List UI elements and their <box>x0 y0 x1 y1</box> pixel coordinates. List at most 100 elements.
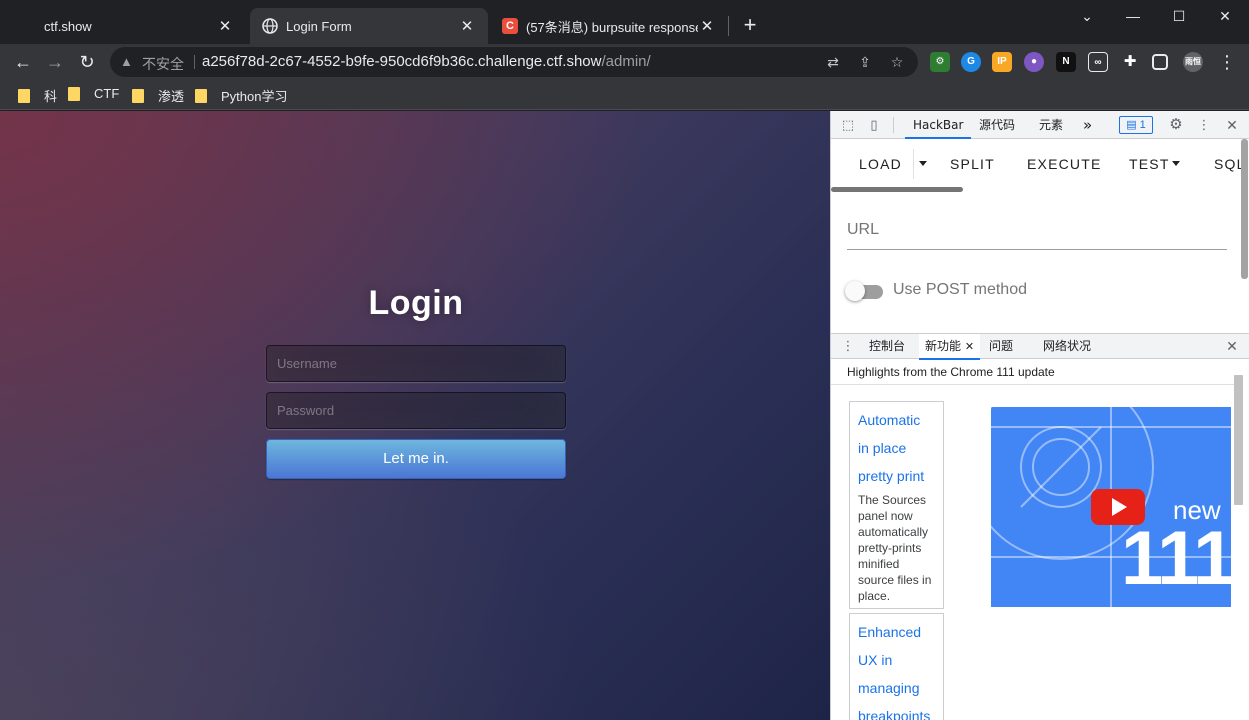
hackbar-url-input-underline <box>847 249 1227 250</box>
tab-close-icon[interactable]: ✕ <box>698 17 716 35</box>
page-viewport: Login Let me in. <box>0 111 830 720</box>
security-label[interactable]: 不安全 <box>142 54 184 74</box>
drawer-tab-label: 新功能 <box>925 339 962 353</box>
bookmark-folder-ke[interactable]: 科 <box>18 86 57 105</box>
forward-button[interactable]: → <box>42 49 68 75</box>
drawer-tab-issues[interactable]: 问题 <box>989 334 1013 360</box>
card-title-line[interactable]: pretty print <box>858 462 935 490</box>
hackbar-url-label[interactable]: URL <box>847 221 879 239</box>
tab-close-icon[interactable]: ✕ <box>458 17 476 35</box>
card-title-line[interactable]: Automatic <box>858 406 935 434</box>
tab-search-icon[interactable]: ⌄ <box>1064 4 1110 28</box>
card-title-line[interactable]: Enhanced <box>858 618 935 646</box>
hackbar-execute-button[interactable]: EXECUTE <box>1027 156 1102 172</box>
extension-puzzle-green-icon[interactable]: ⚙ <box>930 52 950 72</box>
hackbar-split-button[interactable]: SPLIT <box>950 156 995 172</box>
drawer-tab-whats-new[interactable]: 新功能 ✕ <box>919 334 981 360</box>
tab-strip: ctf.show ✕ Login Form ✕ C (57条消息) burpsu… <box>0 0 1249 44</box>
hackbar-horizontal-scrollbar[interactable] <box>831 187 963 192</box>
kebab-menu-icon[interactable]: ⋮ <box>1214 49 1240 75</box>
hackbar-test-button[interactable]: TEST <box>1129 156 1170 172</box>
bookmark-folder-ctf[interactable]: CTF <box>68 86 119 101</box>
feature-card[interactable]: Enhanced UX in managing breakpoints <box>849 613 944 720</box>
username-input[interactable] <box>266 345 566 382</box>
tab-csdn[interactable]: C (57条消息) burpsuite response ✕ <box>490 8 728 44</box>
feature-card[interactable]: Automatic in place pretty print The Sour… <box>849 401 944 609</box>
devtools-menu-icon[interactable]: ⋮ <box>1195 116 1213 134</box>
url-text[interactable]: a256f78d-2c67-4552-b9fe-950cd6f9b36c.cha… <box>202 53 651 70</box>
hackbar-load-button[interactable]: LOAD <box>859 156 902 172</box>
close-drawer-icon[interactable]: ✕ <box>1223 337 1241 355</box>
test-dropdown-caret-icon[interactable] <box>1172 161 1180 166</box>
card-title-line[interactable]: in place <box>858 434 935 462</box>
bookmark-folder-python[interactable]: Python学习 <box>195 86 287 105</box>
translate-icon[interactable]: ⇄ <box>824 53 842 71</box>
login-title: Login <box>368 284 464 322</box>
password-input[interactable] <box>266 392 566 429</box>
hackbar-menu: LOAD SPLIT EXECUTE TEST SQL <box>831 139 1244 191</box>
folder-icon <box>195 88 207 103</box>
minimize-button[interactable]: — <box>1110 4 1156 28</box>
address-bar[interactable]: ▲ 不安全 a256f78d-2c67-4552-b9fe-950cd6f9b3… <box>110 47 918 77</box>
share-icon[interactable]: ⇪ <box>856 53 874 71</box>
extension-n-icon[interactable]: N <box>1056 52 1076 72</box>
browser-toolbar: ← → ↻ ▲ 不安全 a256f78d-2c67-4552-b9fe-950c… <box>0 44 1249 80</box>
close-window-button[interactable]: ✕ <box>1202 4 1248 28</box>
tab-ctfshow[interactable]: ctf.show ✕ <box>8 8 246 44</box>
tab-hackbar[interactable]: HackBar <box>905 111 972 139</box>
more-tabs-icon[interactable]: » <box>1083 111 1092 139</box>
tab-separator <box>728 16 729 36</box>
extension-glasses-icon[interactable]: ∞ <box>1088 52 1108 72</box>
extension-color-icon[interactable]: ● <box>1024 52 1044 72</box>
extension-blue-icon[interactable]: G <box>961 52 981 72</box>
new-tab-button[interactable]: + <box>738 14 762 38</box>
devtools-vertical-scrollbar[interactable] <box>1241 139 1248 279</box>
tab-login-form[interactable]: Login Form ✕ <box>250 8 488 44</box>
card-title-line[interactable]: UX in <box>858 646 935 674</box>
close-devtools-icon[interactable]: ✕ <box>1223 116 1241 134</box>
bookmark-star-icon[interactable]: ☆ <box>888 53 906 71</box>
profile-avatar[interactable]: 雨恒 <box>1183 52 1203 72</box>
settings-gear-icon[interactable]: ⚙ <box>1167 116 1185 134</box>
maximize-button[interactable]: ☐ <box>1156 4 1202 28</box>
card-title-line[interactable]: breakpoints <box>858 702 935 720</box>
tab-sources[interactable]: 源代码 <box>979 111 1015 139</box>
drawer-tab-console[interactable]: 控制台 <box>869 334 905 360</box>
card-title-line[interactable]: managing <box>858 674 935 702</box>
tab-close-icon[interactable]: ✕ <box>216 17 234 35</box>
device-toolbar-icon[interactable]: ▯ <box>865 116 883 134</box>
devtools-toolbar: ⬚ ▯ HackBar 源代码 元素 » ▤ 1 ⚙ ⋮ ✕ <box>831 111 1249 139</box>
drawer-tab-network-conditions[interactable]: 网络状况 <box>1043 334 1091 360</box>
inspect-element-icon[interactable]: ⬚ <box>839 116 857 134</box>
close-tab-icon[interactable]: ✕ <box>965 340 974 353</box>
csdn-icon: C <box>502 18 518 34</box>
extension-ip-icon[interactable]: IP <box>992 52 1012 72</box>
card-body: The Sources panel now automatically pret… <box>858 493 932 603</box>
folder-icon <box>68 86 80 101</box>
tab-elements[interactable]: 元素 <box>1039 111 1063 139</box>
issues-badge[interactable]: ▤ 1 <box>1119 116 1153 134</box>
toolbar-divider <box>893 117 894 133</box>
drawer-tab-bar: ⋮ 控制台 新功能 ✕ 问题 网络状况 ✕ <box>831 333 1249 360</box>
url-path: /admin/ <box>601 53 651 70</box>
extensions-puzzle-icon[interactable]: ✚ <box>1120 52 1140 72</box>
video-caption-version: 111 <box>1121 516 1231 601</box>
bookmark-folder-shentou[interactable]: 渗透 <box>132 86 184 105</box>
whats-new-heading: Highlights from the Chrome 111 update <box>831 359 1236 385</box>
login-submit-button[interactable]: Let me in. <box>266 439 566 479</box>
whats-new-video-thumbnail[interactable]: new 111 <box>991 407 1231 607</box>
side-panel-icon[interactable] <box>1152 54 1168 70</box>
warning-icon[interactable]: ▲ <box>120 54 133 69</box>
drawer-menu-icon[interactable]: ⋮ <box>839 337 857 355</box>
post-method-toggle-knob[interactable] <box>845 281 865 301</box>
back-button[interactable]: ← <box>10 49 36 75</box>
drawer-vertical-scrollbar[interactable] <box>1234 375 1243 505</box>
omnibox-separator <box>194 55 195 69</box>
bookmarks-bar: 科 CTF 渗透 Python学习 <box>0 80 1249 110</box>
tab-title: Login Form <box>286 18 352 34</box>
hackbar-divider <box>913 149 914 179</box>
load-dropdown-caret-icon[interactable] <box>919 161 927 166</box>
folder-icon <box>18 88 30 103</box>
issues-count: 1 <box>1139 119 1146 131</box>
reload-button[interactable]: ↻ <box>74 49 100 75</box>
